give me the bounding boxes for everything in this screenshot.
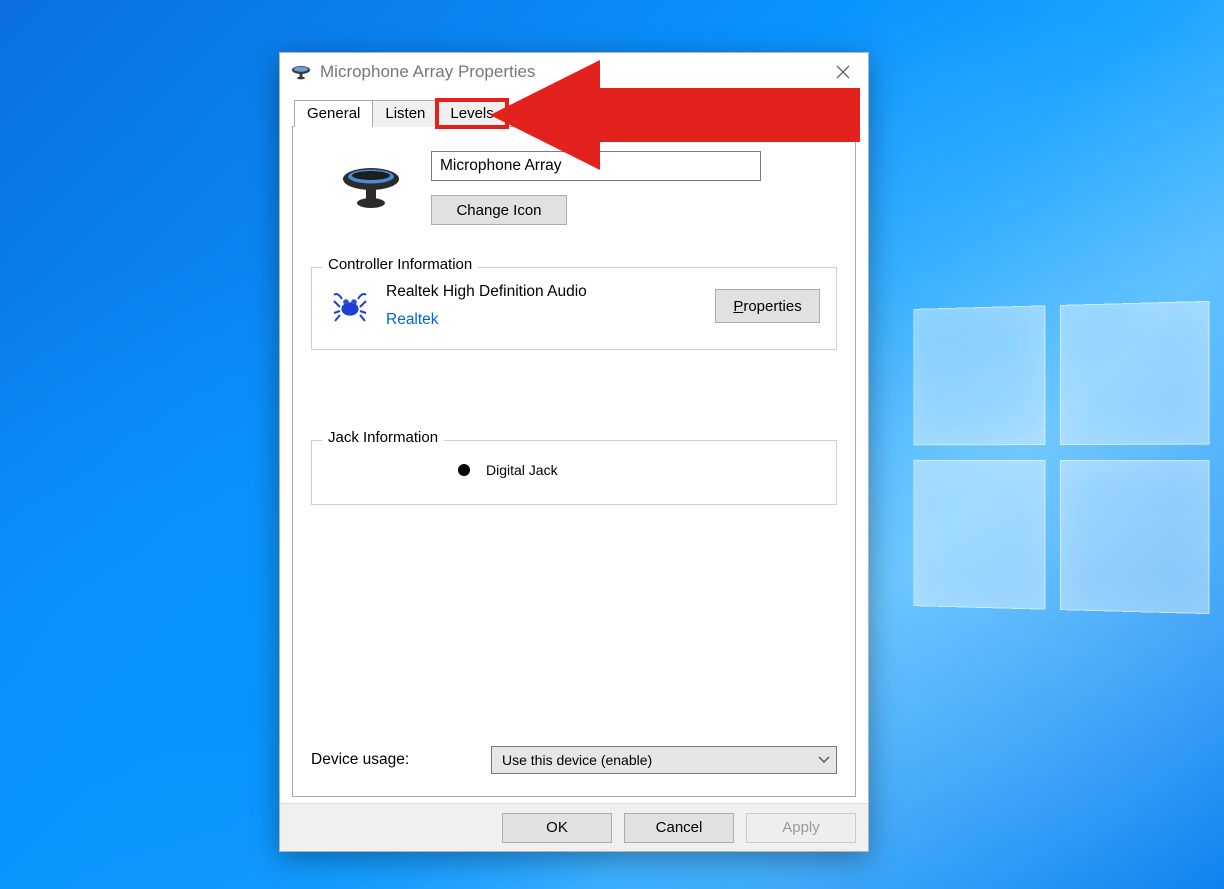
ok-button[interactable]: OK [502, 813, 612, 843]
properties-dialog: Microphone Array Properties General List… [279, 52, 869, 852]
windows-logo-icon [913, 301, 1209, 614]
controller-name: Realtek High Definition Audio [386, 283, 715, 301]
controller-legend: Controller Information [322, 256, 478, 273]
device-usage-select[interactable]: Use this device (enable) [491, 746, 837, 774]
dialog-client: General Listen Levels C [280, 91, 868, 803]
properties-suffix: roperties [743, 298, 801, 315]
titlebar[interactable]: Microphone Array Properties [280, 53, 868, 91]
cancel-button[interactable]: Cancel [624, 813, 734, 843]
jack-indicator-icon [458, 464, 470, 476]
device-name-input[interactable] [431, 151, 761, 181]
controller-properties-button[interactable]: Properties [715, 289, 820, 323]
chevron-down-icon [818, 753, 830, 767]
jack-legend: Jack Information [322, 429, 444, 446]
tab-strip: General Listen Levels [292, 99, 856, 127]
controller-vendor-link[interactable]: Realtek [386, 311, 715, 329]
jack-info-group: Jack Information Digital Jack [311, 440, 837, 505]
tab-levels[interactable]: Levels [437, 100, 506, 127]
jack-type: Digital Jack [486, 462, 558, 478]
device-usage-label: Device usage: [311, 751, 491, 769]
realtek-crab-icon [328, 289, 372, 323]
apply-button[interactable]: Apply [746, 813, 856, 843]
device-usage-value: Use this device (enable) [502, 752, 652, 768]
microphone-icon [290, 64, 312, 80]
change-icon-button[interactable]: Change Icon [431, 195, 567, 225]
close-button[interactable] [818, 53, 868, 91]
tab-panel-general: Change Icon Controller Information [292, 127, 856, 797]
controller-info-group: Controller Information [311, 267, 837, 350]
window-title: Microphone Array Properties [320, 62, 535, 82]
device-icon [311, 151, 431, 211]
tab-listen[interactable]: Listen [372, 100, 438, 127]
dialog-button-bar: OK Cancel Apply [280, 803, 868, 851]
tab-general[interactable]: General [294, 100, 373, 127]
